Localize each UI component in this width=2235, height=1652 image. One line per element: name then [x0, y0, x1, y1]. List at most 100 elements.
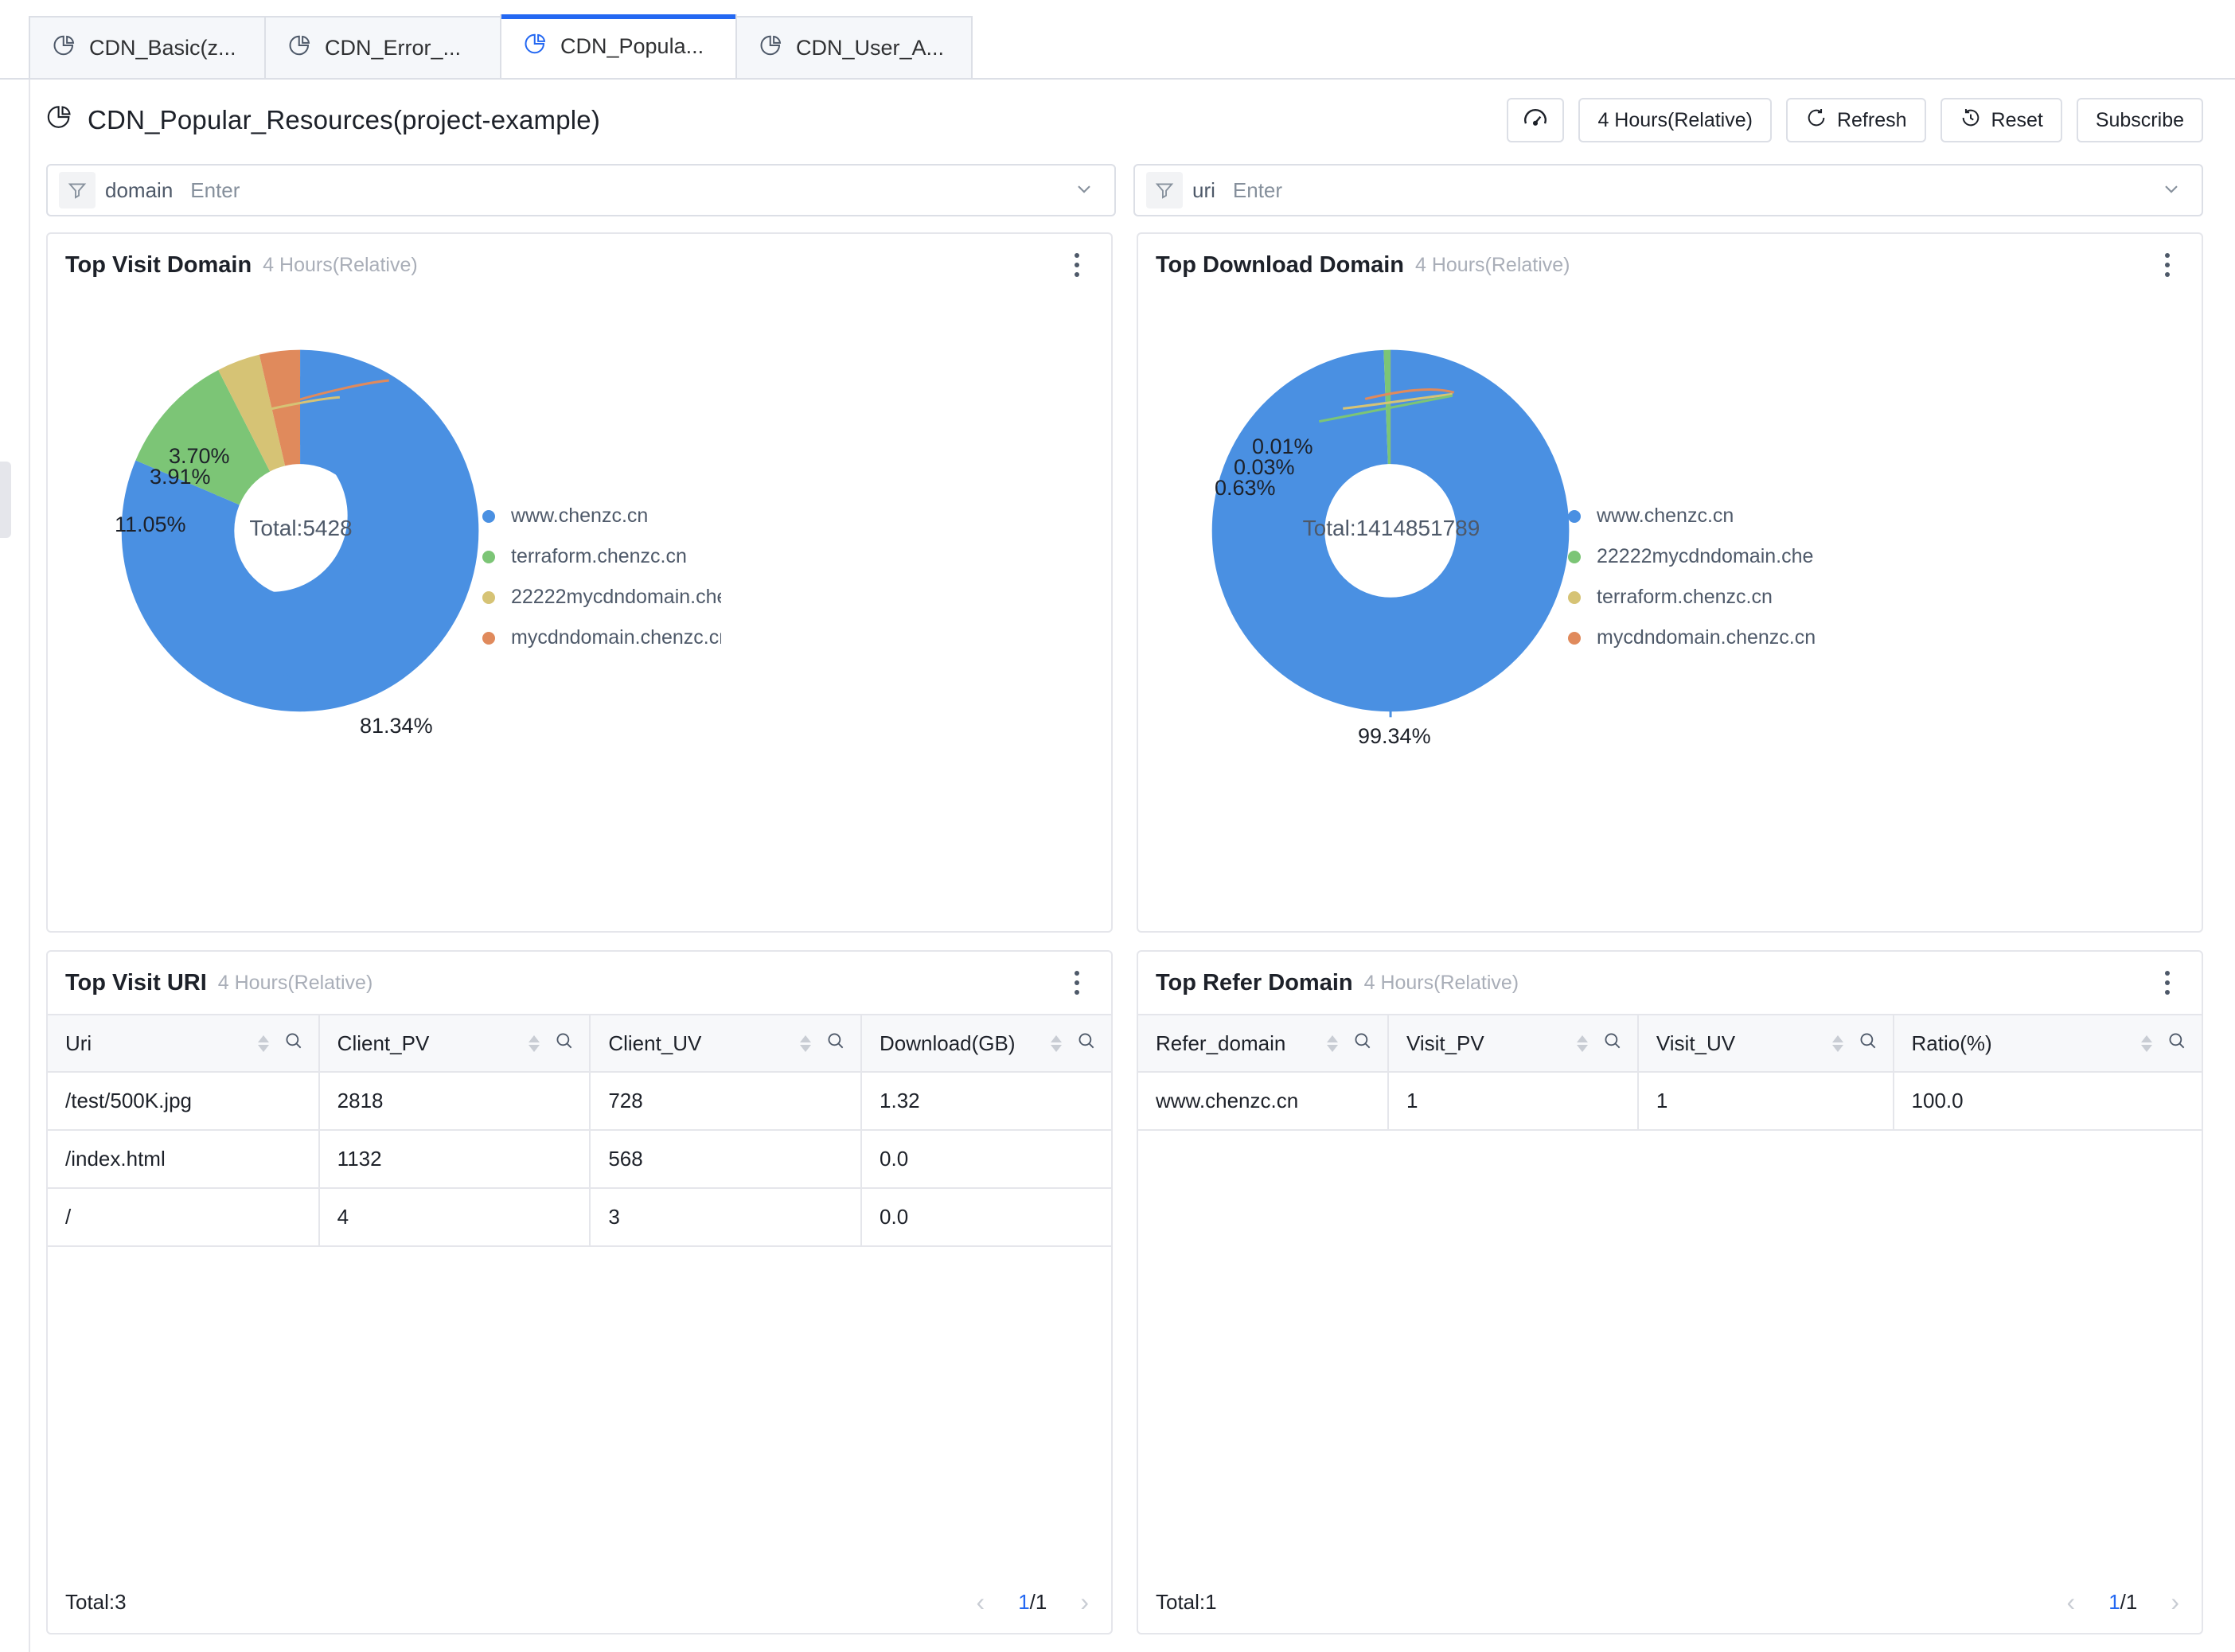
legend-item[interactable]: www.chenzc.cn — [1568, 505, 1815, 528]
search-icon[interactable] — [554, 1031, 575, 1057]
refresh-icon — [1805, 107, 1827, 134]
legend-item[interactable]: terraform.chenzc.cn — [482, 545, 721, 568]
page-current: 1 — [2108, 1589, 2120, 1614]
sort-icon[interactable] — [2141, 1034, 2152, 1052]
sort-icon[interactable] — [257, 1034, 269, 1052]
table-top-refer-domain: Refer_domain Visit_PV Visit_UV Ratio(%) … — [1138, 1014, 2202, 1633]
search-icon[interactable] — [1352, 1031, 1373, 1057]
table-footer: Total:3 ‹ 1/1 › — [48, 1571, 1111, 1633]
table-row[interactable]: /test/500K.jpg 2818 728 1.32 — [48, 1072, 1111, 1131]
dashboard-icon — [53, 33, 76, 63]
next-page-button[interactable]: › — [2171, 1589, 2179, 1615]
column-header-client-uv[interactable]: Client_UV — [590, 1014, 863, 1073]
prev-page-button[interactable]: ‹ — [977, 1589, 985, 1615]
search-icon[interactable] — [2167, 1031, 2187, 1057]
dashboard-grid: Top Visit Domain 4 Hours(Relative) 3.70%… — [0, 216, 2235, 1634]
content-left-divider — [29, 80, 30, 1652]
page-total: /1 — [1029, 1589, 1047, 1614]
sort-icon[interactable] — [1831, 1034, 1843, 1052]
legend-color-dot — [1568, 590, 1581, 604]
dashboard-icon — [288, 33, 312, 63]
subscribe-button[interactable]: Subscribe — [2076, 98, 2203, 142]
column-header-download-gb[interactable]: Download(GB) — [861, 1014, 1111, 1073]
search-icon[interactable] — [825, 1031, 846, 1057]
filter-domain[interactable]: domain Enter — [46, 164, 1116, 216]
donut-center-total: Total:5428 — [249, 516, 353, 540]
panel-top-refer-domain: Top Refer Domain 4 Hours(Relative) Refer… — [1137, 950, 2203, 1634]
legend-item[interactable]: 22222mycdndomain.chenzc.cn — [1568, 545, 1815, 568]
tab-cdn-basic[interactable]: CDN_Basic(z... — [29, 16, 266, 78]
table-row[interactable]: www.chenzc.cn 1 1 100.0 — [1138, 1072, 2202, 1131]
pie-label-1105: 11.05% — [115, 512, 186, 536]
time-range-button[interactable]: 4 Hours(Relative) — [1578, 98, 1772, 142]
gauge-button[interactable] — [1507, 98, 1565, 142]
page-title-text: CDN_Popular_Resources(project-example) — [88, 105, 601, 134]
column-label: Uri — [65, 1031, 92, 1055]
table-row[interactable]: /index.html 1132 568 0.0 — [48, 1130, 1111, 1189]
chevron-down-icon[interactable] — [2160, 177, 2182, 204]
column-label: Visit_UV — [1656, 1031, 1736, 1055]
refresh-button[interactable]: Refresh — [1785, 98, 1926, 142]
panel-header: Top Download Domain 4 Hours(Relative) — [1138, 234, 2202, 296]
filter-placeholder: Enter — [1232, 177, 1283, 202]
page-indicator: 1/1 — [1018, 1590, 1047, 1615]
column-header-visit-pv[interactable]: Visit_PV — [1387, 1014, 1639, 1073]
sort-icon[interactable] — [1326, 1034, 1338, 1052]
legend-item[interactable]: mycdndomain.chenzc.cn — [482, 626, 721, 649]
panel-title: Top Visit Domain — [65, 251, 252, 278]
dashboard-icon — [46, 103, 73, 137]
column-label: Download(GB) — [880, 1031, 1016, 1055]
panel-subtitle: 4 Hours(Relative) — [263, 253, 418, 276]
filter-placeholder: Enter — [190, 177, 240, 202]
filter-row: domain Enter uri Enter — [0, 161, 2235, 216]
search-icon[interactable] — [1076, 1031, 1097, 1057]
legend-item[interactable]: terraform.chenzc.cn — [1568, 586, 1815, 609]
legend-item[interactable]: 22222mycdndomain.chenzc.cn — [482, 586, 721, 609]
column-header-refer-domain[interactable]: Refer_domain — [1138, 1014, 1389, 1073]
tab-cdn-popular-resources[interactable]: CDN_Popula... — [500, 14, 737, 78]
cell-client-uv: 728 — [590, 1072, 863, 1131]
search-icon[interactable] — [283, 1031, 304, 1057]
panel-menu-icon[interactable] — [2154, 965, 2181, 1000]
panel-menu-icon[interactable] — [1063, 247, 1090, 282]
tab-label: CDN_User_A... — [796, 35, 945, 60]
table-empty-space — [48, 1247, 1111, 1571]
column-label: Client_UV — [608, 1031, 702, 1055]
table-row[interactable]: / 4 3 0.0 — [48, 1188, 1111, 1247]
table-footer: Total:1 ‹ 1/1 › — [1138, 1571, 2202, 1633]
prev-page-button[interactable]: ‹ — [2067, 1589, 2076, 1615]
reset-button[interactable]: Reset — [1940, 98, 2062, 142]
column-header-visit-uv[interactable]: Visit_UV — [1637, 1014, 1894, 1073]
legend-item[interactable]: www.chenzc.cn — [482, 505, 721, 528]
next-page-button[interactable]: › — [1080, 1589, 1089, 1615]
refresh-label: Refresh — [1836, 108, 1907, 131]
search-icon[interactable] — [1858, 1031, 1878, 1057]
sidebar-collapse-handle[interactable] — [0, 462, 11, 538]
funnel-icon — [59, 172, 96, 208]
legend-item[interactable]: mycdndomain.chenzc.cn — [1568, 626, 1815, 649]
column-header-client-pv[interactable]: Client_PV — [318, 1014, 591, 1073]
filter-uri[interactable]: uri Enter — [1133, 164, 2203, 216]
legend-label: www.chenzc.cn — [1597, 505, 1734, 527]
chevron-down-icon[interactable] — [1073, 177, 1095, 204]
sort-icon[interactable] — [800, 1034, 812, 1052]
tab-cdn-user-agent[interactable]: CDN_User_A... — [735, 16, 973, 78]
sort-icon[interactable] — [1576, 1034, 1588, 1052]
legend-color-dot — [1568, 631, 1581, 645]
panel-menu-icon[interactable] — [2154, 247, 2181, 282]
sort-icon[interactable] — [1051, 1034, 1062, 1052]
pie-label-063: 0.63% — [1215, 476, 1276, 500]
column-header-ratio[interactable]: Ratio(%) — [1893, 1014, 2202, 1073]
cell-client-pv: 4 — [318, 1188, 591, 1247]
donut-chart-download-domain: 0.01% 0.03% 0.63% 99.34% Total:141485178… — [1138, 296, 2202, 931]
search-icon[interactable] — [1602, 1031, 1623, 1057]
tab-cdn-error[interactable]: CDN_Error_... — [264, 16, 501, 78]
column-header-uri[interactable]: Uri — [48, 1014, 320, 1073]
sort-icon[interactable] — [529, 1034, 540, 1052]
column-label: Client_PV — [337, 1031, 430, 1055]
cell-client-uv: 3 — [590, 1188, 863, 1247]
legend-label: mycdndomain.chenzc.cn — [511, 626, 721, 649]
panel-menu-icon[interactable] — [1063, 965, 1090, 1000]
legend-label: www.chenzc.cn — [511, 505, 649, 527]
pie-label-9934: 99.34% — [1358, 724, 1431, 748]
